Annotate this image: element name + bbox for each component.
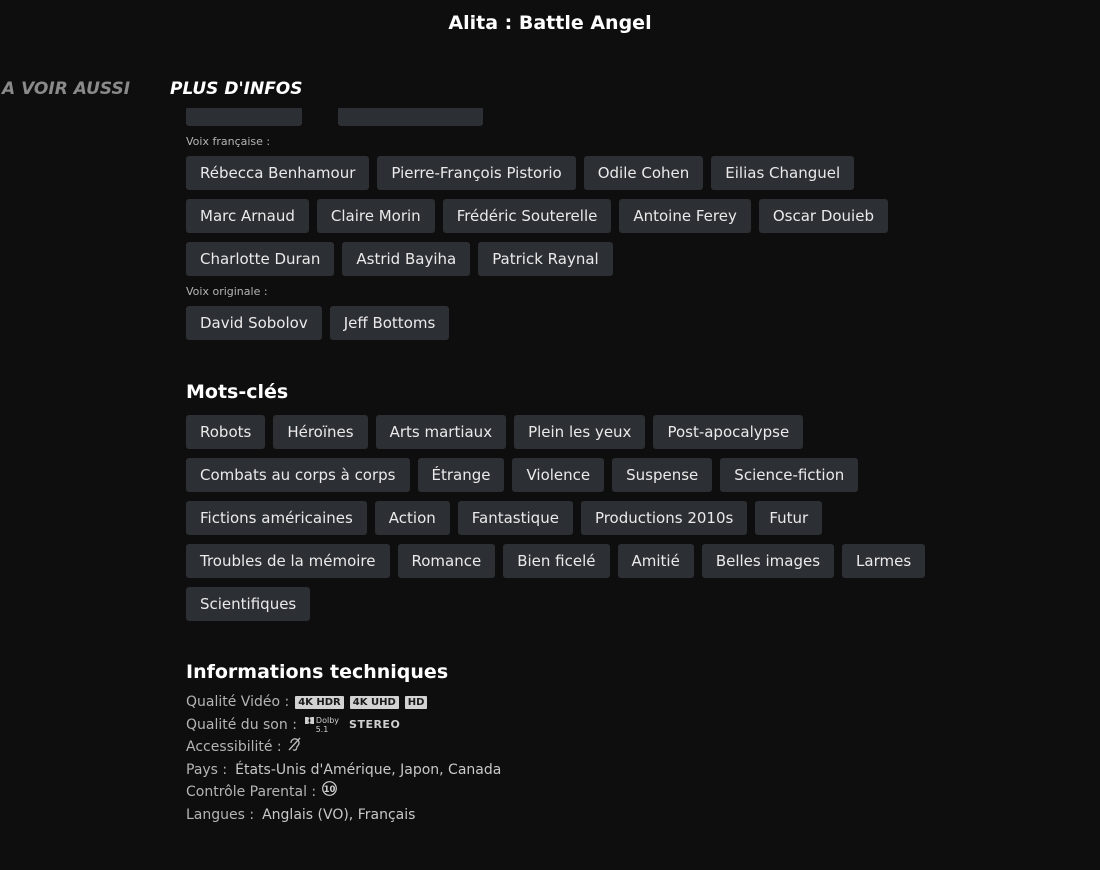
mots-cles-heading: Mots-clés	[186, 381, 289, 403]
badge-4k-uhd: 4K UHD	[349, 695, 399, 709]
keyword-chip[interactable]: Plein les yeux	[514, 415, 646, 449]
actor-chip[interactable]: Marc Arnaud	[186, 199, 309, 233]
actor-chip[interactable]: Patrick Raynal	[478, 242, 613, 276]
accessibility-label: Accessibilité :	[186, 739, 282, 755]
tab-bar: A VOIR AUSSI PLUS D'INFOS	[0, 79, 1100, 105]
languages-value: Anglais (VO), Français	[262, 806, 416, 823]
actor-chip[interactable]: Eilias Changuel	[711, 156, 855, 190]
actor-chip[interactable]: Jeff Bottoms	[329, 306, 450, 340]
keyword-chip[interactable]: Arts martiaux	[375, 415, 507, 449]
keyword-chip[interactable]: Belles images	[701, 544, 835, 578]
country-value: États-Unis d'Amérique, Japon, Canada	[235, 761, 502, 778]
keyword-chip[interactable]: Science-fiction	[720, 458, 859, 492]
parental-control-row: Contrôle Parental : 10	[186, 781, 1086, 804]
keyword-chip[interactable]: Combats au corps à corps	[186, 458, 410, 492]
tab-plus-dinfos[interactable]: PLUS D'INFOS	[170, 79, 303, 99]
languages-row: Langues : Anglais (VO), Français	[186, 804, 1086, 827]
voix-francaise-label: Voix française :	[186, 135, 271, 148]
keyword-chip[interactable]: Suspense	[612, 458, 713, 492]
actor-chip[interactable]: Claire Morin	[316, 199, 435, 233]
keyword-chip[interactable]: Scientifiques	[186, 587, 311, 621]
stereo-label: STEREO	[349, 717, 401, 731]
voix-originale-chips: David Sobolov Jeff Bottoms	[186, 306, 946, 340]
keyword-chip[interactable]: Bien ficelé	[503, 544, 610, 578]
keyword-chip[interactable]: Futur	[755, 501, 823, 535]
video-quality-label: Qualité Vidéo :	[186, 694, 290, 710]
clipped-chip[interactable]	[338, 108, 483, 126]
sound-quality-label: Qualité du son :	[186, 716, 297, 733]
keyword-chip[interactable]: Post-apocalypse	[653, 415, 804, 449]
actor-chip[interactable]: Odile Cohen	[583, 156, 704, 190]
keyword-chip[interactable]: Fictions américaines	[186, 501, 367, 535]
page-title: Alita : Battle Angel	[448, 12, 652, 34]
actor-chip[interactable]: David Sobolov	[186, 306, 322, 340]
dolby-icon: Dolby 5.1	[304, 715, 340, 734]
voix-francaise-section: Voix française : Rébecca Benhamour Pierre…	[186, 134, 1086, 276]
dolby-logo-icon	[304, 716, 314, 724]
actor-chip[interactable]: Antoine Ferey	[619, 199, 751, 233]
hearing-impaired-icon	[288, 736, 301, 759]
languages-label: Langues :	[186, 806, 255, 823]
actor-chip[interactable]: Pierre-François Pistorio	[377, 156, 576, 190]
tech-heading: Informations techniques	[186, 661, 449, 683]
tech-section: Informations techniques Qualité Vidéo : …	[186, 659, 1086, 826]
video-quality-row: Qualité Vidéo : 4K HDR 4K UHD HD	[186, 691, 1086, 714]
parental-control-label: Contrôle Parental :	[186, 784, 317, 800]
mots-cles-chips: Robots Héroïnes Arts martiaux Plein les yeu…	[186, 415, 946, 621]
clipped-chip[interactable]	[186, 108, 302, 126]
rating-text: 10	[324, 785, 336, 795]
actor-chip[interactable]: Oscar Douieb	[758, 199, 888, 233]
actor-chip[interactable]: Astrid Bayiha	[342, 242, 471, 276]
keyword-chip[interactable]: Robots	[186, 415, 266, 449]
actor-chip[interactable]: Charlotte Duran	[186, 242, 335, 276]
tab-a-voir-aussi[interactable]: A VOIR AUSSI	[2, 79, 130, 99]
keyword-chip[interactable]: Fantastique	[457, 501, 573, 535]
keyword-chip[interactable]: Amitié	[617, 544, 694, 578]
keyword-chip[interactable]: Troubles de la mémoire	[186, 544, 390, 578]
dolby-channels: 5.1	[315, 724, 329, 734]
country-label: Pays :	[186, 761, 228, 778]
badge-4k-hdr: 4K HDR	[295, 695, 344, 709]
country-row: Pays : États-Unis d'Amérique, Japon, Can…	[186, 759, 1086, 782]
keyword-chip[interactable]: Romance	[397, 544, 496, 578]
keyword-chip[interactable]: Étrange	[417, 458, 505, 492]
sound-quality-row: Qualité du son : Dolby 5.1 STEREO	[186, 714, 1086, 737]
actor-chip[interactable]: Rébecca Benhamour	[186, 156, 370, 190]
rating-10-icon: 10	[322, 781, 338, 804]
accessibility-row: Accessibilité :	[186, 736, 1086, 759]
voix-originale-section: Voix originale : David Sobolov Jeff Botto…	[186, 284, 1086, 340]
actor-chip[interactable]: Frédéric Souterelle	[442, 199, 612, 233]
badge-hd: HD	[404, 695, 428, 709]
dolby-text: Dolby	[315, 715, 340, 725]
keyword-chip[interactable]: Héroïnes	[273, 415, 368, 449]
keyword-chip[interactable]: Action	[374, 501, 450, 535]
keyword-chip[interactable]: Larmes	[842, 544, 926, 578]
keyword-chip[interactable]: Violence	[512, 458, 605, 492]
voix-francaise-chips: Rébecca Benhamour Pierre-François Pistori…	[186, 156, 946, 276]
mots-cles-section: Mots-clés Robots Héroïnes Arts martiaux Ple…	[186, 379, 1086, 621]
voix-originale-label: Voix originale :	[186, 285, 268, 298]
info-panel: Voix française : Rébecca Benhamour Pierre…	[186, 108, 1086, 870]
keyword-chip[interactable]: Productions 2010s	[580, 501, 748, 535]
